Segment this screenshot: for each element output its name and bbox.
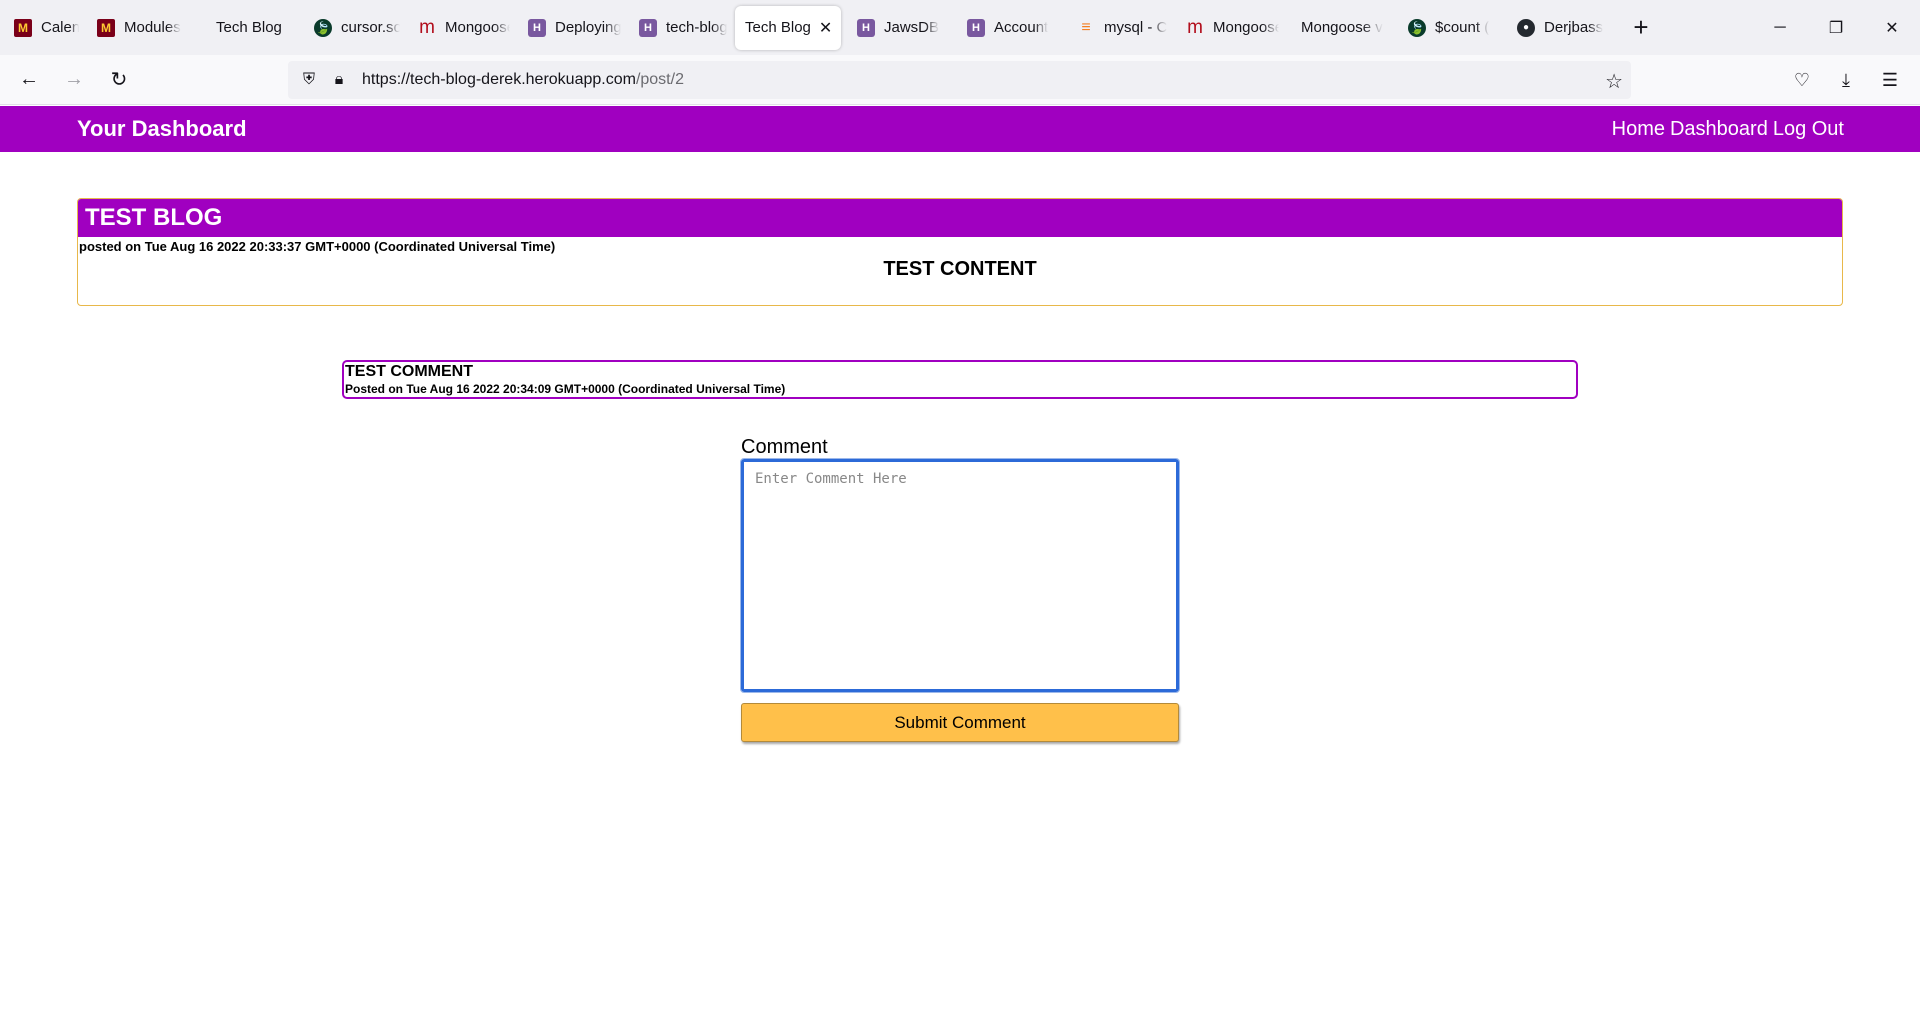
pocket-icon[interactable]: ♡ [1780,60,1824,100]
tab-tech-blog[interactable]: Tech Blog [196,6,304,50]
tab-label: Mongoose [1213,19,1279,36]
mdn-logo-icon: m [1187,16,1203,38]
comment-text: TEST COMMENT [345,363,473,380]
heroku-logo-icon: H [528,18,546,37]
shield-icon[interactable]: ⛨ [294,71,324,89]
mdn-logo-icon: m [419,16,435,38]
heroku-logo-icon: H [857,18,875,37]
tab-label: Tech Blog [745,19,811,36]
heroku-logo-icon: H [967,18,985,37]
tab-list: M Calendar M Modules Tech Blog 🍃 cursor.… [0,0,1661,55]
tab-label: cursor.sort [341,19,400,36]
tab-mongoose[interactable]: m Mongoose [408,6,518,50]
nav-home-link[interactable]: Home [1612,118,1665,141]
toolbar-right-icons: ♡ ⤓ ☰ [1780,60,1912,100]
tab-tech-blog-active[interactable]: Tech Blog ✕ [735,5,841,50]
tab-label: tech-blog [666,19,727,36]
tab-mongoose-2[interactable]: m Mongoose [1176,6,1287,50]
address-bar[interactable]: ⛨ 🔒︎ https://tech-blog-derek.herokuapp.c… [288,61,1631,99]
restore-icon[interactable]: ❐ [1808,0,1864,55]
comment-textarea[interactable] [740,458,1180,693]
tab-jawsdb[interactable]: H JawsDB [847,6,957,50]
bookmark-star-icon[interactable]: ☆ [1605,69,1623,94]
umn-logo-icon: M [97,18,115,37]
tab-count[interactable]: 🍃 $count ( [1398,6,1507,50]
comment-card: TEST COMMENT Posted on Tue Aug 16 2022 2… [342,360,1578,399]
post-date: posted on Tue Aug 16 2022 20:33:37 GMT+0… [79,239,556,254]
tab-cursor-sort[interactable]: 🍃 cursor.sort [304,6,408,50]
menu-icon[interactable]: ☰ [1868,60,1912,100]
comment-date: Posted on Tue Aug 16 2022 20:34:09 GMT+0… [345,382,786,396]
browser-toolbar: ← → ↻ ⛨ 🔒︎ https://tech-blog-derek.herok… [0,55,1920,105]
heroku-logo-icon: H [639,18,657,37]
umn-logo-icon: M [14,18,32,37]
comment-label: Comment [741,436,828,458]
tab-label: Modules [124,19,181,36]
reload-icon[interactable]: ↻ [99,60,139,100]
url-text[interactable]: https://tech-blog-derek.herokuapp.com/po… [362,71,684,89]
forward-arrow-icon[interactable]: → [54,60,94,100]
site-nav: Home Dashboard Log Out [1612,118,1844,141]
blog-post-card: TEST BLOG posted on Tue Aug 16 2022 20:3… [77,198,1843,306]
page-viewport: Your Dashboard Home Dashboard Log Out TE… [0,106,1920,1030]
url-path: /post/2 [635,71,684,88]
minimize-icon[interactable]: ─ [1752,0,1808,55]
tab-account[interactable]: H Account [957,6,1067,50]
comment-form: Comment Submit Comment [740,436,1180,742]
submit-comment-button[interactable]: Submit Comment [741,703,1179,742]
download-icon[interactable]: ⤓ [1824,60,1868,100]
close-window-icon[interactable]: ✕ [1864,0,1920,55]
url-host: https://tech-blog-derek.herokuapp.com [362,71,636,88]
tab-github[interactable]: ● Derjbass [1507,6,1617,50]
tab-deploying[interactable]: H Deploying [518,6,629,50]
back-arrow-icon[interactable]: ← [9,60,49,100]
nav-dashboard-link[interactable]: Dashboard [1670,118,1768,141]
tab-label: Calendar [41,19,79,36]
tab-label: $count ( [1435,19,1490,36]
browser-tab-strip: M Calendar M Modules Tech Blog 🍃 cursor.… [0,0,1920,55]
tab-mysql[interactable]: ≡ mysql - C [1067,6,1176,50]
nav-logout-link[interactable]: Log Out [1773,118,1844,141]
tab-calendar[interactable]: M Calendar [4,6,87,50]
tab-label: Mongoose [445,19,510,36]
new-tab-icon[interactable]: + [1621,8,1661,48]
tab-label: Derjbass [1544,19,1604,36]
mongodb-leaf-icon: 🍃 [314,18,332,37]
close-tab-icon[interactable]: ✕ [819,18,832,38]
tab-label: Tech Blog [216,19,282,36]
tab-label: Account [994,19,1049,36]
tab-modules[interactable]: M Modules [87,6,196,50]
site-header: Your Dashboard Home Dashboard Log Out [0,106,1920,152]
tab-label: Deploying [555,19,621,36]
tab-label: mysql - C [1104,19,1168,36]
mongodb-leaf-icon: 🍃 [1408,18,1426,37]
tab-tech-blog-heroku[interactable]: H tech-blog [629,6,735,50]
post-title: TEST BLOG [78,199,1842,237]
github-logo-icon: ● [1517,18,1535,37]
window-controls: ─ ❐ ✕ [1752,0,1920,55]
tab-label: Mongoose v [1301,19,1383,36]
stackoverflow-logo-icon: ≡ [1081,18,1091,36]
tab-mongoose-v[interactable]: Mongoose v [1287,6,1398,50]
post-content: TEST CONTENT [883,258,1037,280]
site-title: Your Dashboard [77,116,247,141]
lock-icon[interactable]: 🔒︎ [324,71,354,89]
tab-label: JawsDB [884,19,940,36]
